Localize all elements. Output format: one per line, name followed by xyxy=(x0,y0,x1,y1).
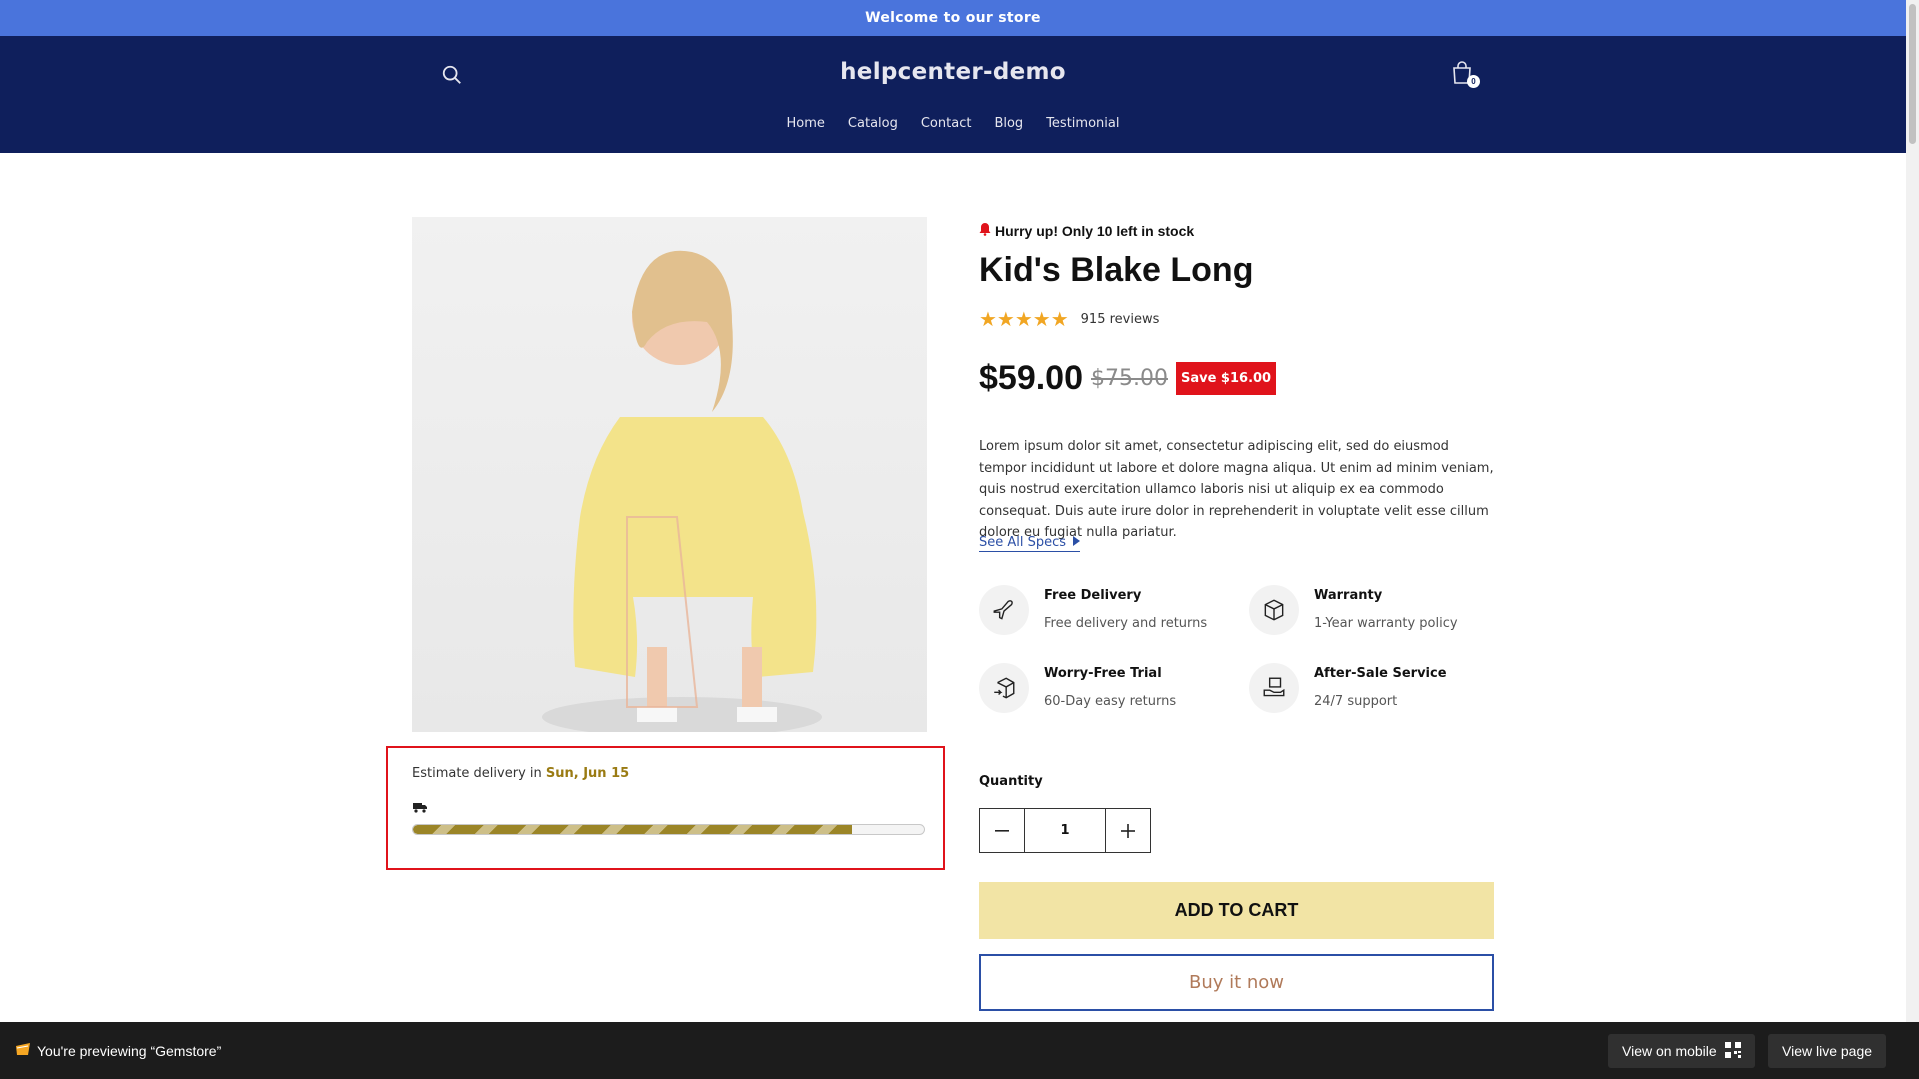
save-badge: Save $16.00 xyxy=(1175,362,1277,395)
stock-text: Hurry up! Only 10 left in stock xyxy=(995,222,1195,239)
buy-it-now-button[interactable]: Buy it now xyxy=(979,954,1494,1011)
feature-title: Warranty xyxy=(1314,588,1383,603)
decrease-quantity-button[interactable] xyxy=(980,809,1024,852)
star-rating-icon: ★★★★★ xyxy=(979,307,1069,331)
preview-text: You're previewing “Gemstore” xyxy=(37,1042,222,1059)
product-image[interactable] xyxy=(412,217,927,732)
plus-icon xyxy=(1121,823,1135,838)
see-all-specs-label: See All Specs xyxy=(979,535,1067,550)
minus-icon xyxy=(995,829,1009,832)
site-header: helpcenter-demo 0 Home Catalog Contact B… xyxy=(0,36,1906,153)
quantity-stepper: 1 xyxy=(979,808,1151,853)
feature-after-sale-service: After-Sale Service 24/7 support xyxy=(1249,663,1499,719)
feature-free-delivery: Free Delivery Free delivery and returns xyxy=(979,585,1229,641)
reviews-count[interactable]: 915 reviews xyxy=(1081,312,1160,327)
nav-blog[interactable]: Blog xyxy=(994,116,1023,131)
feature-title: After-Sale Service xyxy=(1314,666,1447,681)
nav-catalog[interactable]: Catalog xyxy=(848,116,898,131)
product-title: Kid's Blake Long xyxy=(979,251,1254,289)
cart-count-badge: 0 xyxy=(1467,75,1480,88)
caret-right-icon xyxy=(1072,535,1081,550)
truck-icon xyxy=(412,800,428,813)
feature-title: Free Delivery xyxy=(1044,588,1142,603)
compare-price: $75.00 xyxy=(1091,366,1168,391)
preview-message: You're previewing “Gemstore” xyxy=(15,1042,221,1059)
store-logo[interactable]: helpcenter-demo xyxy=(0,59,1906,85)
announcement-bar: Welcome to our store xyxy=(0,0,1906,36)
bell-icon xyxy=(979,222,991,239)
feature-subtitle: Free delivery and returns xyxy=(1044,616,1208,631)
nav-testimonial[interactable]: Testimonial xyxy=(1046,116,1119,131)
nav-contact[interactable]: Contact xyxy=(921,116,972,131)
nav-home[interactable]: Home xyxy=(787,116,825,131)
feature-subtitle: 60-Day easy returns xyxy=(1044,694,1177,709)
stock-alert: Hurry up! Only 10 left in stock xyxy=(979,222,1194,239)
view-on-mobile-button[interactable]: View on mobile xyxy=(1608,1034,1755,1068)
delivery-estimate-box: Estimate delivery in Sun, Jun 15 xyxy=(386,746,945,870)
view-on-mobile-label: View on mobile xyxy=(1622,1043,1717,1059)
view-live-page-button[interactable]: View live page xyxy=(1768,1034,1887,1068)
qr-code-icon xyxy=(1724,1041,1741,1061)
add-to-cart-button[interactable]: ADD TO CART xyxy=(979,882,1494,939)
quantity-label: Quantity xyxy=(979,774,1043,789)
feature-subtitle: 24/7 support xyxy=(1314,694,1398,709)
page-scrollbar[interactable] xyxy=(1906,0,1919,1022)
current-price: $59.00 xyxy=(979,359,1083,397)
product-description: Lorem ipsum dolor sit amet, consectetur … xyxy=(979,439,1494,540)
delivery-progress-bar xyxy=(412,824,925,835)
delivery-date: Sun, Jun 15 xyxy=(545,766,630,781)
increase-quantity-button[interactable] xyxy=(1106,809,1150,852)
plane-icon xyxy=(979,585,1029,635)
box-icon xyxy=(1249,585,1299,635)
return-box-icon xyxy=(979,663,1029,713)
feature-worry-free-trial: Worry-Free Trial 60-Day easy returns xyxy=(979,663,1229,719)
feature-warranty: Warranty 1-Year warranty policy xyxy=(1249,585,1499,641)
delivery-prefix: Estimate delivery in xyxy=(412,766,546,781)
delivery-estimate-text: Estimate delivery in Sun, Jun 15 xyxy=(412,766,629,781)
feature-subtitle: 1-Year warranty policy xyxy=(1314,616,1458,631)
theme-preview-bar: You're previewing “Gemstore” View on mob… xyxy=(0,1022,1919,1079)
view-live-page-label: View live page xyxy=(1782,1043,1873,1059)
rating-row[interactable]: ★★★★★ 915 reviews xyxy=(979,307,1159,331)
shopify-logo-icon xyxy=(15,1042,31,1059)
scrollbar-thumb[interactable] xyxy=(1909,4,1916,144)
quantity-input[interactable]: 1 xyxy=(1024,809,1106,852)
delivery-progress-fill xyxy=(413,825,853,834)
see-all-specs-link[interactable]: See All Specs xyxy=(979,535,1081,552)
announcement-text: Welcome to our store xyxy=(865,10,1041,26)
cart-icon[interactable]: 0 xyxy=(1450,60,1480,90)
feature-title: Worry-Free Trial xyxy=(1044,666,1162,681)
support-box-icon xyxy=(1249,663,1299,713)
price-row: $59.00 $75.00 Save $16.00 xyxy=(979,359,1277,398)
main-nav: Home Catalog Contact Blog Testimonial xyxy=(0,116,1906,131)
